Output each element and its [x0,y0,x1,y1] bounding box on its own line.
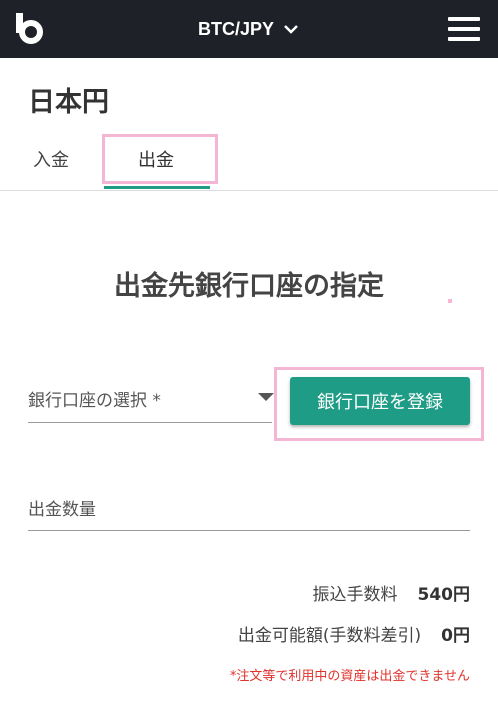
chevron-down-icon [284,25,298,34]
tabs-divider [0,190,498,191]
amount-input-label: 出金数量 [28,500,96,520]
bank-select-underline [28,422,272,423]
currency-pair-label: BTC/JPY [197,18,275,39]
warning-note: *注文等で利用中の資産は出金できません [229,669,470,684]
highlight-box-withdraw-tab [102,134,218,184]
section-title: 出金先銀行口座の指定 [114,271,384,302]
transfer-fee-row: 振込手数料 540円 [0,580,471,605]
currency-pair-selector[interactable]: BTC/JPY [0,0,498,58]
highlight-dot [448,299,452,303]
page-title: 日本円 [28,87,109,118]
hamburger-menu-icon[interactable] [448,17,480,41]
top-navigation-bar: BTC/JPY [0,0,498,58]
amount-input-underline [28,530,470,531]
available-amount-label: 出金可能額(手数料差引) [237,625,422,646]
register-bank-account-button[interactable]: 銀行口座を登録 [290,377,470,425]
transfer-fee-value: 540円 [417,584,471,605]
active-tab-indicator [104,186,210,189]
available-amount-value: 0円 [441,625,470,646]
transfer-fee-label: 振込手数料 [312,584,398,605]
tab-deposit[interactable]: 入金 [33,146,69,172]
available-amount-row: 出金可能額(手数料差引) 0円 [0,621,470,646]
bank-select-label: 銀行口座の選択 * [28,391,161,411]
dropdown-arrow-icon[interactable] [258,393,274,401]
